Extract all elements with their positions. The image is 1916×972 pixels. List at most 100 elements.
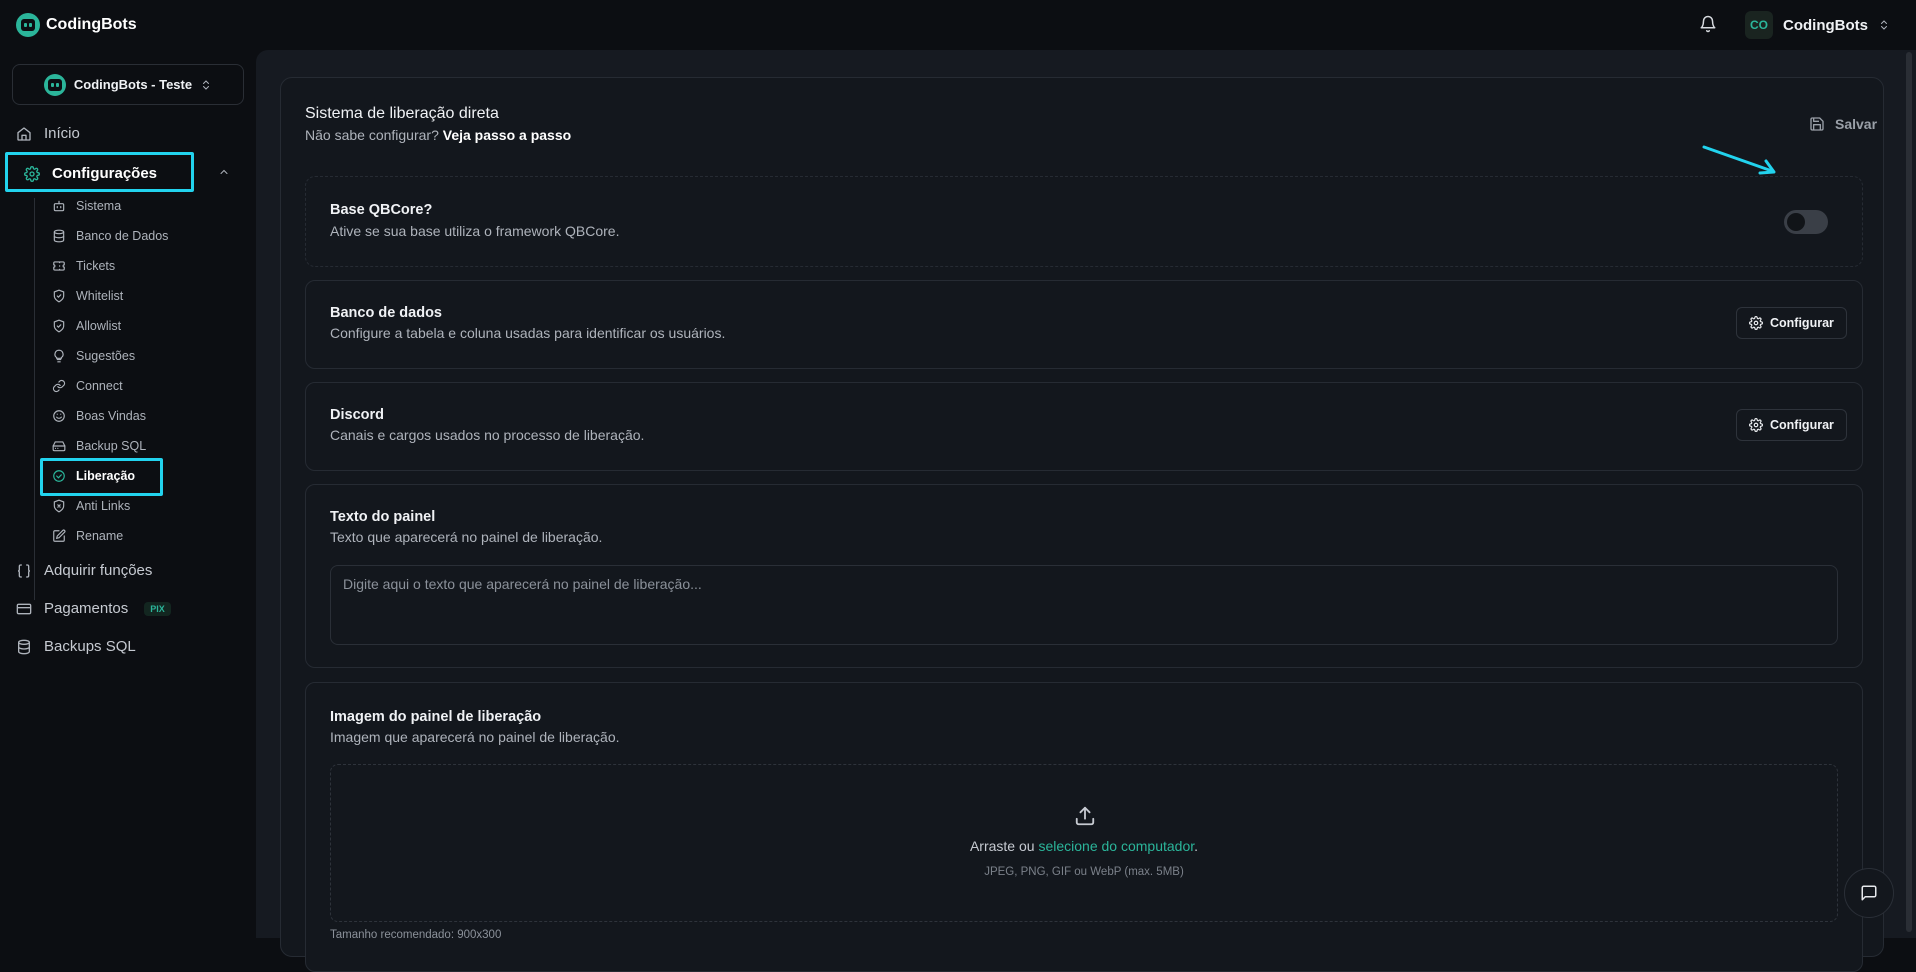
brand[interactable]: CodingBots	[16, 13, 137, 37]
ticket-icon	[53, 261, 65, 271]
message-icon	[1861, 885, 1877, 901]
image-dropzone[interactable]: Arraste ou selecione do computador. JPEG…	[330, 764, 1838, 922]
upload-icon	[1075, 806, 1095, 826]
save-label: Salvar	[1835, 116, 1878, 132]
smile-icon	[53, 410, 65, 422]
save-button[interactable]: Salvar	[1809, 116, 1877, 132]
card-description: Configure a tabela e coluna usadas para …	[330, 325, 726, 341]
avatar: CO	[1745, 11, 1773, 39]
qbcore-card: Base QBCore? Ative se sua base utiliza o…	[305, 176, 1863, 267]
sidebar-item-rename[interactable]: Rename	[52, 529, 123, 543]
page-subtitle: Não sabe configurar? Veja passo a passo	[305, 127, 571, 143]
sidebar-item-sistema[interactable]: Sistema	[52, 199, 121, 213]
sidebar-item-allowlist[interactable]: Allowlist	[52, 319, 121, 333]
sidebar-item-pagamentos[interactable]: Pagamentos PIX	[16, 600, 171, 617]
sidebar-item-banco-de-dados[interactable]: Banco de Dados	[52, 229, 168, 243]
sidebar-item-label: Pagamentos	[44, 600, 129, 617]
tutorial-link[interactable]: Veja passo a passo	[443, 127, 571, 143]
shield-x-icon	[53, 499, 65, 513]
select-file-link[interactable]: selecione do computador	[1038, 838, 1194, 854]
card-description: Texto que aparecerá no painel de liberaç…	[330, 529, 603, 545]
sidebar-item-anti-links[interactable]: Anti Links	[52, 499, 130, 513]
robot-logo-icon	[16, 13, 40, 37]
sidebar-item-tickets[interactable]: Tickets	[52, 259, 115, 273]
card-title: Banco de dados	[330, 305, 442, 321]
robot-logo-icon	[43, 73, 66, 96]
sidebar-item-label: Anti Links	[76, 499, 131, 513]
drop-text: Arraste ou selecione do computador.	[331, 838, 1837, 854]
pix-badge: PIX	[144, 601, 171, 616]
braces-icon	[17, 563, 31, 578]
configure-database-button[interactable]: Configurar	[1736, 307, 1847, 339]
sidebar: CodingBots - Teste Início Configurações …	[0, 50, 256, 938]
user-name: CodingBots	[1783, 16, 1868, 34]
sidebar-item-adquirir-funcoes[interactable]: Adquirir funções	[16, 562, 152, 579]
sidebar-item-sugestoes[interactable]: Sugestões	[52, 349, 135, 363]
panel-text-card: Texto do painel Texto que aparecerá no p…	[305, 484, 1863, 668]
chevron-up-icon[interactable]	[218, 166, 230, 178]
sidebar-item-label: Backups SQL	[44, 638, 136, 655]
org-switcher[interactable]: CodingBots - Teste	[12, 64, 244, 105]
sidebar-item-label: Whitelist	[76, 289, 124, 303]
configure-discord-button[interactable]: Configurar	[1736, 409, 1847, 441]
button-label: Configurar	[1770, 418, 1834, 432]
drop-prefix: Arraste ou	[969, 838, 1035, 854]
sidebar-item-label: Sugestões	[76, 349, 136, 363]
submenu-line	[34, 198, 35, 600]
chat-button[interactable]	[1844, 868, 1894, 918]
edit-icon	[53, 529, 66, 542]
discord-card: Discord Canais e cargos usados no proces…	[305, 382, 1863, 471]
sidebar-item-backup-sql[interactable]: Backup SQL	[52, 439, 146, 453]
bell-icon[interactable]	[1699, 15, 1717, 33]
top-bar: CodingBots CO CodingBots	[0, 0, 1916, 50]
chevrons-up-down-icon	[1880, 20, 1887, 30]
sidebar-item-label: Allowlist	[76, 319, 122, 333]
gear-icon	[1749, 316, 1763, 330]
sidebar-item-backups-sql[interactable]: Backups SQL	[16, 638, 136, 655]
scrollbar[interactable]	[1906, 52, 1912, 932]
sidebar-item-label: Boas Vindas	[76, 409, 146, 423]
card-description: Ative se sua base utiliza o framework QB…	[330, 223, 620, 239]
panel-text-input[interactable]: Digite aqui o texto que aparecerá no pai…	[330, 565, 1838, 645]
save-icon	[1810, 117, 1824, 131]
panel-image-card: Imagem do painel de liberação Imagem que…	[305, 682, 1863, 972]
main-content: Sistema de liberação direta Não sabe con…	[256, 50, 1916, 972]
sidebar-item-label: Sistema	[76, 199, 122, 213]
page-title: Sistema de liberação direta	[305, 105, 499, 122]
recommended-size: Tamanho recomendado: 900x300	[330, 929, 502, 941]
sidebar-item-boas-vindas[interactable]: Boas Vindas	[52, 409, 146, 423]
card-description: Imagem que aparecerá no painel de libera…	[330, 729, 620, 745]
sidebar-item-whitelist[interactable]: Whitelist	[52, 289, 123, 303]
card-title: Discord	[330, 407, 384, 423]
database-card: Banco de dados Configure a tabela e colu…	[305, 280, 1863, 369]
sidebar-item-label: Início	[44, 125, 80, 142]
subtitle-text: Não sabe configurar?	[305, 127, 439, 143]
org-name: CodingBots - Teste	[73, 77, 193, 92]
settings-panel: Sistema de liberação direta Não sabe con…	[280, 77, 1884, 972]
brand-name: CodingBots	[46, 16, 137, 33]
chevrons-up-down-icon	[203, 79, 210, 90]
button-label: Configurar	[1770, 316, 1834, 330]
sidebar-item-inicio[interactable]: Início	[16, 125, 80, 142]
home-icon	[17, 126, 31, 141]
card-description: Canais e cargos usados no processo de li…	[330, 427, 645, 443]
shield-check-icon	[53, 319, 65, 333]
shield-check-icon	[53, 289, 65, 303]
card-title: Base QBCore?	[330, 202, 433, 218]
sidebar-item-label: Tickets	[76, 259, 116, 273]
highlight-configuracoes	[5, 152, 194, 192]
user-menu[interactable]: CO CodingBots	[1745, 11, 1890, 39]
drop-suffix: .	[1194, 838, 1199, 854]
gear-icon	[1749, 418, 1763, 432]
sidebar-item-label: Adquirir funções	[44, 562, 153, 579]
highlight-liberacao	[40, 458, 163, 496]
qbcore-toggle[interactable]	[1784, 210, 1828, 234]
sidebar-item-connect[interactable]: Connect	[52, 379, 123, 393]
link-icon	[52, 379, 66, 393]
card-title: Texto do painel	[330, 509, 436, 525]
sidebar-item-label: Connect	[76, 379, 123, 393]
annotation-arrow-icon	[1702, 145, 1776, 175]
file-type-hint: JPEG, PNG, GIF ou WebP (max. 5MB)	[984, 866, 1184, 878]
database-icon	[53, 229, 65, 243]
toggle-knob	[1787, 213, 1805, 231]
